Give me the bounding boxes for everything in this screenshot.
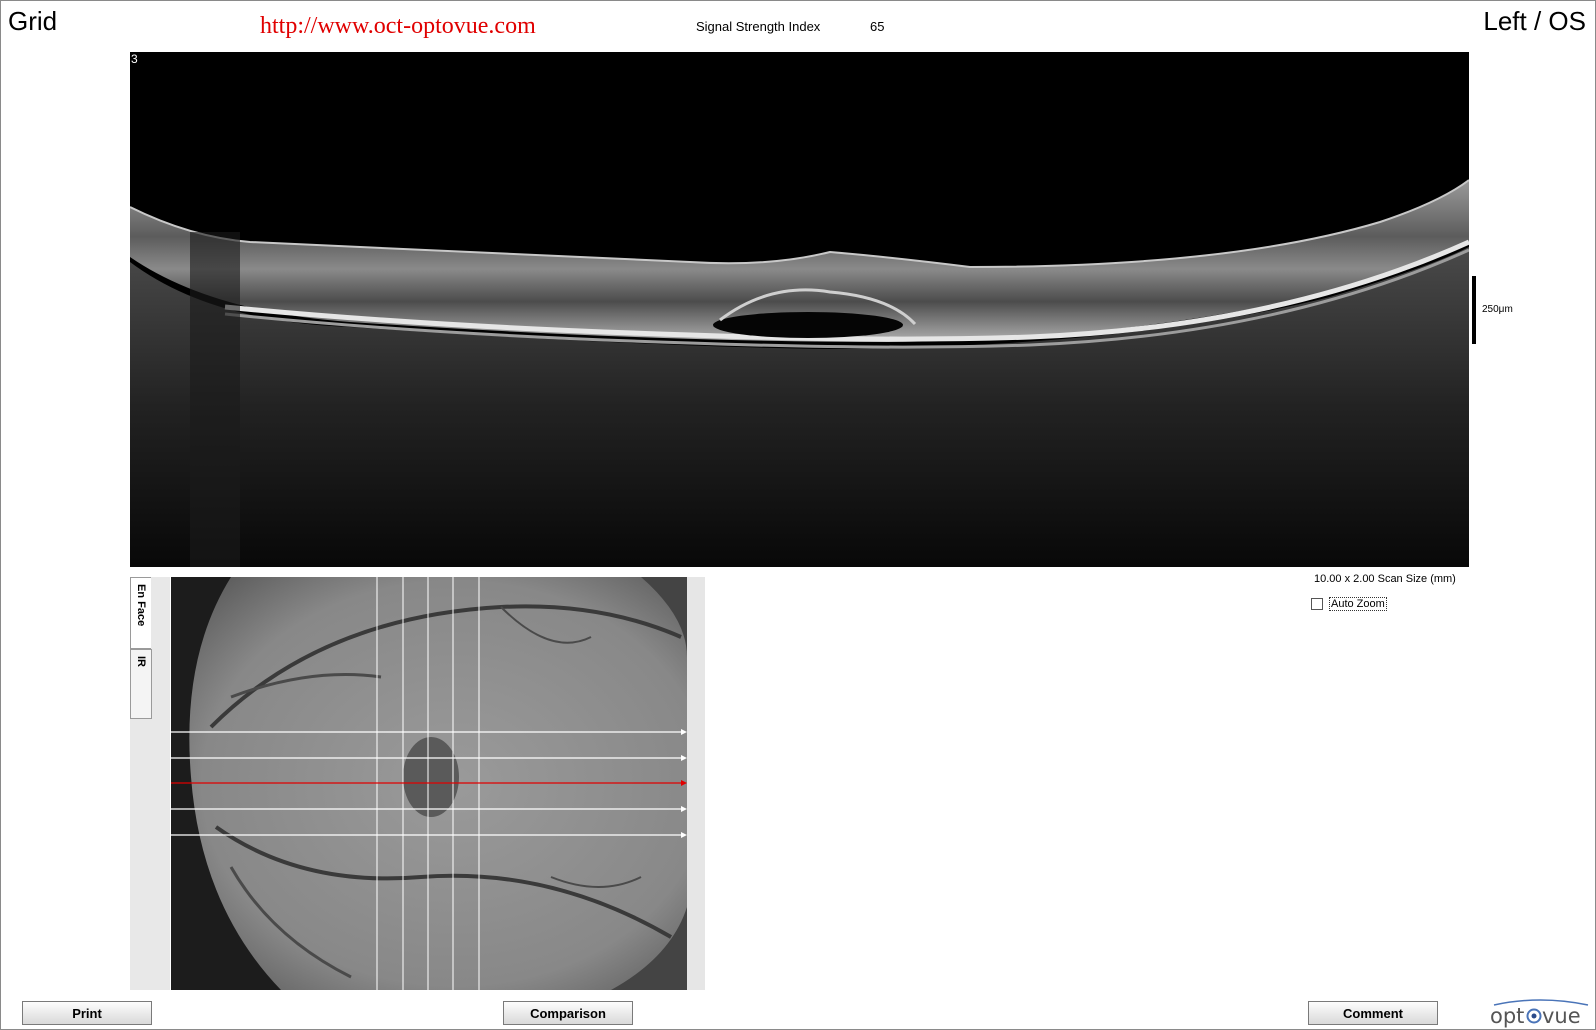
svg-text:opt: opt <box>1490 1004 1524 1028</box>
print-button[interactable]: Print <box>22 1001 152 1025</box>
auto-zoom-checkbox[interactable] <box>1311 598 1323 610</box>
oct-bscan-image[interactable] <box>130 52 1469 567</box>
auto-zoom-label[interactable]: Auto Zoom <box>1329 597 1387 611</box>
svg-text:vue: vue <box>1542 1004 1581 1028</box>
scan-size-label: 10.00 x 2.00 Scan Size (mm) <box>1314 573 1456 585</box>
protocol-title: Grid <box>8 6 58 36</box>
optovue-logo: opt vue <box>1490 999 1589 1028</box>
scale-label: 250μm <box>1482 304 1513 315</box>
signal-strength-value: 65 <box>870 19 885 34</box>
eye-indicator: Left / OS <box>1483 6 1586 36</box>
scale-bar <box>1472 276 1476 344</box>
en-face-edge <box>687 577 705 990</box>
image-mode-tabs: En Face IR <box>130 577 170 990</box>
tab-ir[interactable]: IR <box>130 649 152 719</box>
signal-strength-label: Signal Strength Index <box>696 19 821 34</box>
tab-ir-label: IR <box>135 656 147 667</box>
website-url: http://www.oct-optovue.com <box>260 13 536 39</box>
tab-en-face-label: En Face <box>135 584 147 627</box>
tab-en-face[interactable]: En Face <box>130 577 151 649</box>
comparison-button[interactable]: Comparison <box>503 1001 633 1025</box>
auto-zoom-control[interactable]: Auto Zoom <box>1311 597 1387 611</box>
en-face-image[interactable] <box>171 577 687 990</box>
scan-index: 3 <box>131 52 138 66</box>
comment-button[interactable]: Comment <box>1308 1001 1438 1025</box>
